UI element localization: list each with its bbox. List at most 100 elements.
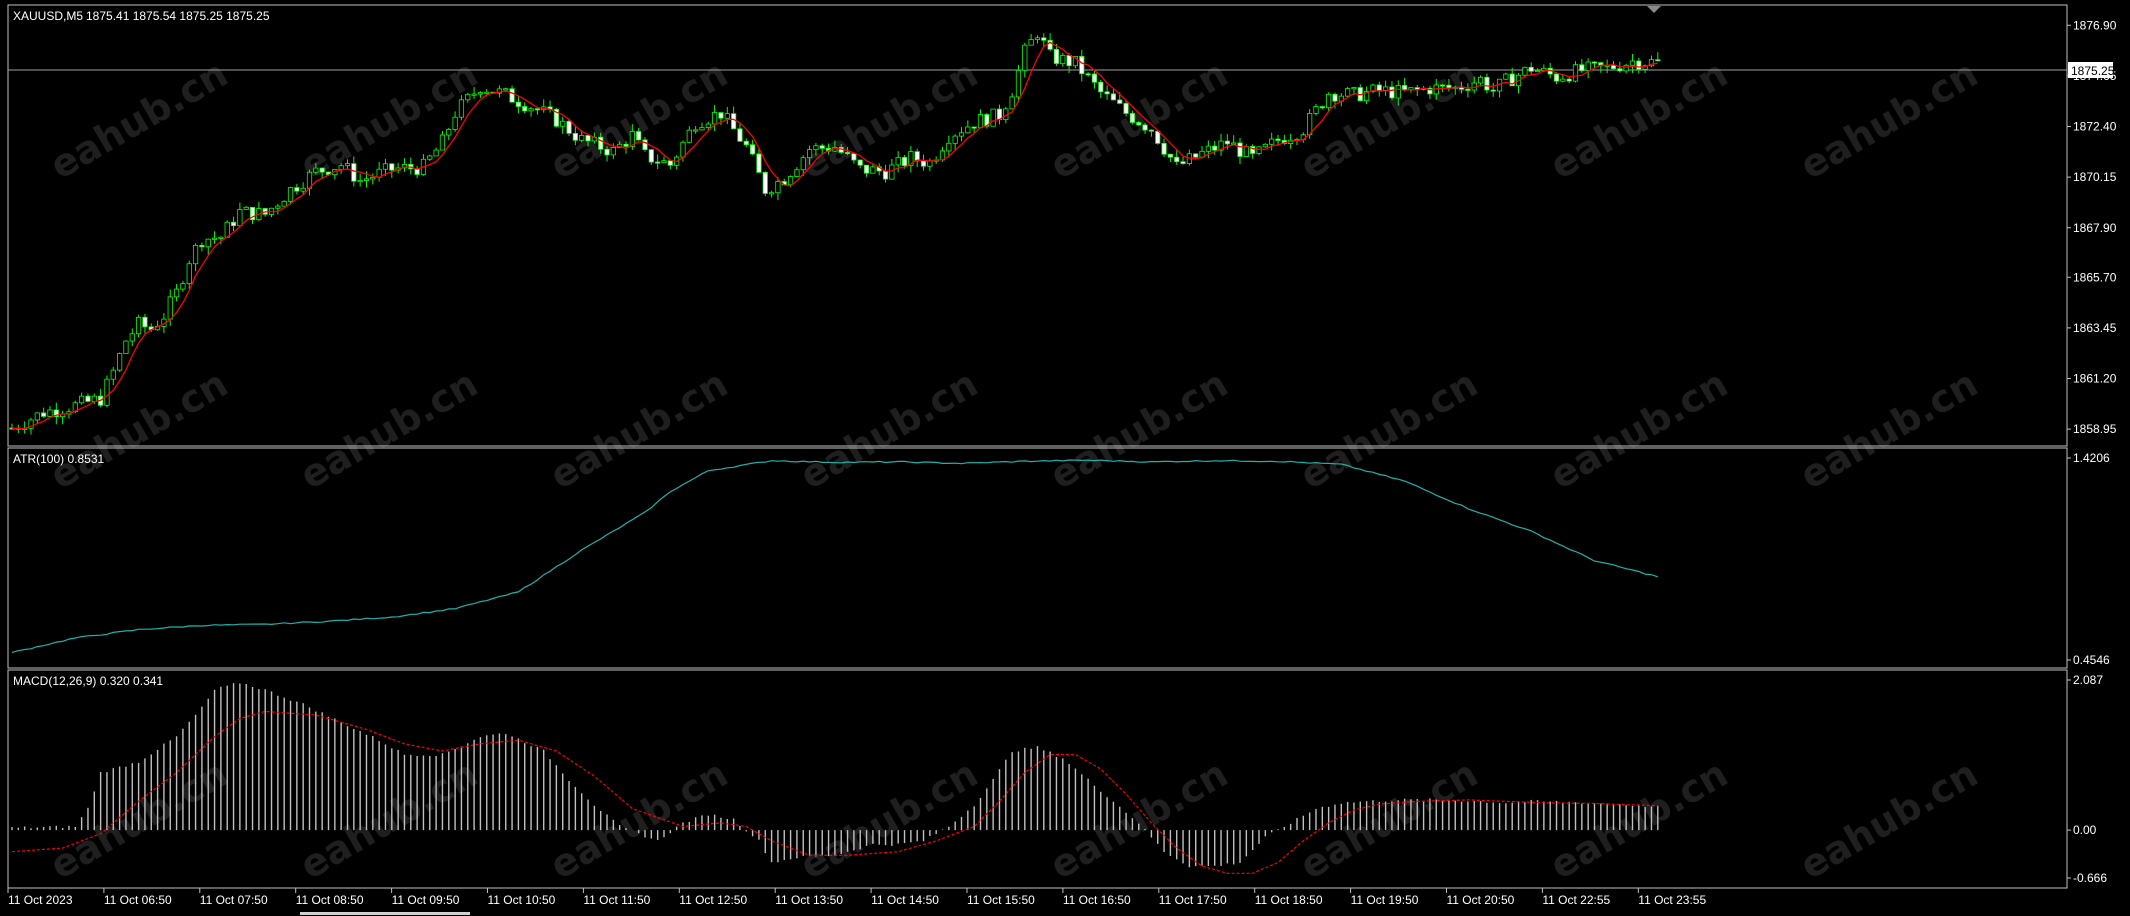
price-tick-label: 1865.70 bbox=[2073, 270, 2117, 284]
time-tick-label: 11 Oct 10:50 bbox=[488, 893, 556, 907]
candle-body bbox=[173, 288, 180, 298]
candle-body bbox=[338, 165, 344, 170]
watermark-text: eahub.cn bbox=[543, 361, 735, 497]
time-tick-label: 11 Oct 13:50 bbox=[775, 893, 843, 907]
candle-body bbox=[281, 201, 287, 207]
candle-body bbox=[243, 206, 249, 210]
candle-body bbox=[1015, 69, 1022, 98]
candle-body bbox=[889, 164, 895, 180]
atr-tick-label: 0.4546 bbox=[2073, 653, 2110, 667]
candle-body bbox=[230, 221, 237, 227]
candle-body bbox=[769, 192, 775, 195]
macd-tick-label: -0.666 bbox=[2073, 871, 2107, 885]
candle-body bbox=[1465, 88, 1471, 91]
watermark-text: eahub.cn bbox=[793, 51, 985, 187]
time-tick-label: 11 Oct 12:50 bbox=[679, 893, 747, 907]
candle-body bbox=[1262, 143, 1268, 148]
chart-shift-marker-icon[interactable] bbox=[1647, 6, 1661, 13]
candle-body bbox=[560, 120, 566, 127]
candle-body bbox=[686, 129, 692, 143]
candle-body bbox=[1269, 138, 1275, 145]
candle-body bbox=[977, 114, 984, 129]
candle-body bbox=[990, 108, 996, 127]
chart-canvas[interactable]: eahub.cn eahub.cn eahub.cn eahub.cn eahub.cn… bbox=[0, 0, 2130, 916]
price-axis: 1876.901874.651872.401870.151867.901865.… bbox=[2067, 18, 2117, 436]
candle-body bbox=[1110, 93, 1117, 101]
candle-body bbox=[117, 353, 123, 371]
candle-body bbox=[1522, 66, 1528, 76]
candle-body bbox=[313, 167, 319, 173]
candle-body bbox=[85, 395, 91, 402]
time-tick-label: 11 Oct 11:50 bbox=[583, 893, 650, 907]
candle-body bbox=[1104, 91, 1110, 95]
candle-body bbox=[1629, 60, 1636, 66]
candle-body bbox=[863, 164, 870, 174]
candle-body bbox=[1205, 145, 1211, 152]
candle-body bbox=[813, 145, 819, 151]
price-tick-label: 1872.40 bbox=[2073, 120, 2117, 134]
candle-body bbox=[199, 244, 205, 248]
candle-body bbox=[1180, 161, 1186, 165]
watermark-text: eahub.cn bbox=[1543, 361, 1735, 497]
candle-body bbox=[1389, 86, 1395, 99]
candle-body bbox=[91, 395, 97, 402]
candle-body bbox=[680, 141, 686, 158]
candle-body bbox=[1060, 55, 1066, 64]
candle-body bbox=[1636, 60, 1642, 70]
candle-body bbox=[762, 171, 768, 194]
atr-label: ATR(100) 0.8531 bbox=[13, 452, 104, 466]
price-panel[interactable]: 1876.901874.651872.401870.151867.901865.… bbox=[7, 4, 2117, 447]
candle-body bbox=[1136, 122, 1142, 126]
candle-body bbox=[503, 88, 509, 91]
candle-body bbox=[1224, 140, 1230, 145]
candle-body bbox=[958, 132, 965, 137]
candle-body bbox=[1085, 73, 1091, 76]
candle-body bbox=[522, 106, 528, 112]
candle-body bbox=[667, 160, 673, 166]
candle-body bbox=[604, 148, 610, 156]
candle-body bbox=[205, 238, 211, 248]
watermark-text: eahub.cn bbox=[1293, 51, 1485, 187]
candle-body bbox=[1383, 86, 1389, 91]
candle-body bbox=[515, 101, 522, 107]
candle-body bbox=[363, 178, 370, 181]
candle-body bbox=[104, 378, 110, 406]
horizontal-scrollbar-thumb[interactable] bbox=[300, 912, 470, 915]
candle-body bbox=[344, 163, 351, 167]
candle-body bbox=[1534, 70, 1541, 73]
watermark-text: eahub.cn bbox=[293, 361, 485, 497]
candle-body bbox=[47, 409, 53, 417]
candle-body bbox=[1091, 73, 1098, 83]
time-tick-label: 11 Oct 20:50 bbox=[1447, 893, 1515, 907]
watermark-text: eahub.cn bbox=[1793, 51, 1985, 187]
watermark-layer: eahub.cn eahub.cn eahub.cn eahub.cn eahub.cn… bbox=[43, 51, 1985, 887]
candle-body bbox=[1351, 87, 1357, 90]
time-tick-label: 11 Oct 23:55 bbox=[1638, 893, 1706, 907]
atr-tick-label: 1.4206 bbox=[2073, 451, 2110, 465]
candle-body bbox=[452, 116, 458, 130]
candle-body bbox=[787, 176, 794, 186]
candle-body bbox=[731, 113, 737, 130]
candle-body bbox=[610, 147, 616, 156]
time-tick-label: 11 Oct 16:50 bbox=[1063, 893, 1131, 907]
trading-chart-window[interactable]: eahub.cn eahub.cn eahub.cn eahub.cn eahub.cn… bbox=[0, 0, 2130, 916]
candle-body bbox=[693, 129, 699, 132]
candle-body bbox=[433, 149, 439, 157]
candle-body bbox=[382, 163, 389, 170]
candle-body bbox=[705, 123, 711, 128]
candle-body bbox=[465, 93, 471, 101]
candle-body bbox=[655, 161, 661, 164]
candle-body bbox=[1243, 146, 1249, 157]
ohlc-label: 1875.41 1875.54 1875.25 1875.25 bbox=[86, 9, 270, 23]
candle-body bbox=[946, 142, 952, 152]
candle-body bbox=[370, 176, 376, 180]
watermark-text: eahub.cn bbox=[43, 51, 235, 187]
candle-body bbox=[1022, 44, 1028, 71]
time-tick-label: 11 Oct 2023 bbox=[8, 893, 73, 907]
candle-body bbox=[389, 163, 395, 171]
candle-body bbox=[1490, 89, 1496, 92]
candle-body bbox=[927, 160, 933, 167]
candle-body bbox=[1034, 37, 1041, 40]
current-price-label: 1875.25 bbox=[2071, 64, 2115, 78]
candle-body bbox=[1167, 153, 1173, 158]
